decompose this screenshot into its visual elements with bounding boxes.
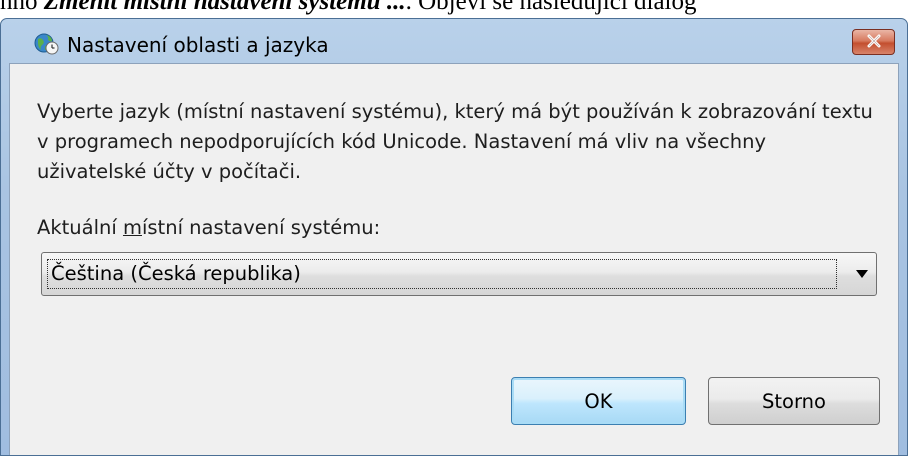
locale-combo-label-pre: Aktuální — [37, 216, 123, 239]
dialog-window: Nastavení oblasti a jazyka Vyberte jazyk… — [0, 18, 908, 456]
title-bar[interactable]: Nastavení oblasti a jazyka — [1, 19, 907, 63]
locale-combo-label: Aktuální místní nastavení systému: — [37, 214, 380, 242]
close-button[interactable] — [852, 29, 895, 55]
globe-clock-icon — [33, 31, 59, 55]
dialog-client-area: Vyberte jazyk (místní nastavení systému)… — [9, 63, 899, 455]
system-locale-dropdown[interactable]: Čeština (Česká republika) — [41, 252, 877, 296]
ok-button[interactable]: OK — [511, 377, 686, 425]
dropdown-arrow-icon[interactable] — [856, 270, 868, 278]
document-text-suffix: . Objeví se následující dialog — [405, 0, 697, 15]
window-title: Nastavení oblasti a jazyka — [67, 33, 329, 57]
document-text-line: hno Změnit místní nastavení systému ....… — [0, 0, 908, 18]
document-text-emphasis: Změnit místní nastavení systému ... — [43, 0, 406, 15]
locale-combo-label-accelerator: m — [122, 216, 142, 239]
dialog-description: Vyberte jazyk (místní nastavení systému)… — [37, 100, 873, 183]
system-locale-selected-value: Čeština (Česká republika) — [47, 259, 837, 289]
close-icon — [866, 33, 882, 52]
document-text-prefix: hno — [0, 0, 44, 15]
cancel-button[interactable]: Storno — [708, 377, 880, 425]
locale-combo-label-post: ístní nastavení systému: — [141, 216, 381, 239]
